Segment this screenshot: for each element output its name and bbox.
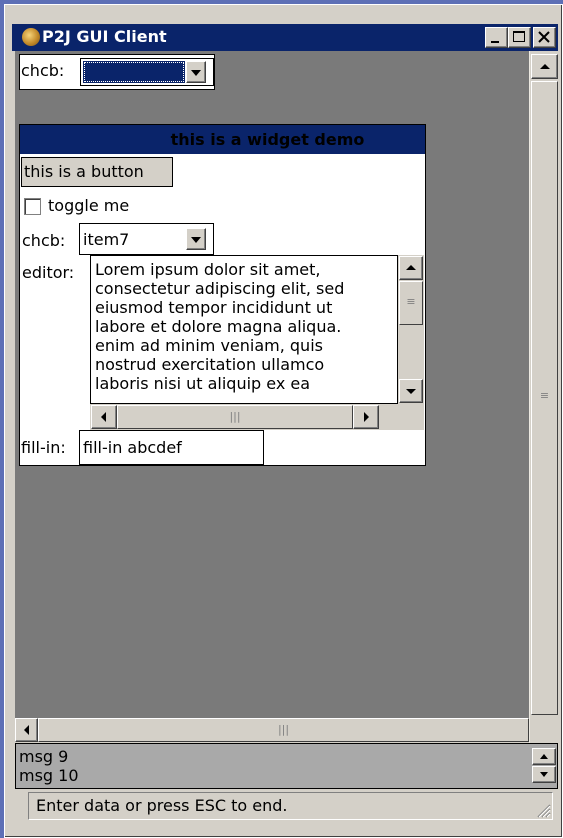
main-horizontal-scrollbar[interactable]: ||| [15,718,529,743]
editor-scroll-down-button[interactable] [399,379,423,403]
editor-scroll-left-button[interactable] [91,405,117,429]
editor-label: editor: [22,263,75,282]
editor-vertical-scrollbar[interactable]: ≡ [398,255,424,404]
arrow-left-icon [24,725,29,735]
arrow-down-icon [540,772,548,777]
window-title: P2J GUI Client [42,27,167,46]
main-scroll-up-button[interactable] [531,54,558,79]
maximize-icon [513,31,525,42]
main-scroll-left-button[interactable] [15,718,38,742]
message-scroll-down-button[interactable] [532,766,556,783]
arrow-right-icon [364,412,369,422]
grip-icon: ||| [229,410,241,423]
toggle-checkbox[interactable] [24,198,41,215]
chevron-down-icon [191,237,201,243]
status-bar: Enter data or press ESC to end. [28,792,553,820]
main-horizontal-thumb[interactable]: ||| [38,718,529,742]
message-line: msg 10 [19,766,79,785]
grip-icon: ≡ [539,389,550,402]
demo-combo-value: item7 [83,230,130,249]
message-area: msg 9 msg 10 [15,743,558,789]
arrow-up-icon [406,265,416,270]
editor-scroll-right-button[interactable] [353,405,379,429]
app-logo-icon[interactable] [22,28,40,46]
demo-button[interactable]: this is a button [21,157,173,187]
editor-horizontal-thumb[interactable]: ||| [117,405,353,429]
arrow-up-icon [540,754,548,759]
widget-demo-title: this is a widget demo [20,125,425,154]
chevron-down-icon [191,70,201,76]
demo-combo-dropdown-button[interactable] [186,228,206,250]
message-scroll-up-button[interactable] [532,748,556,765]
top-combo-value [83,61,185,83]
editor-scroll-up-button[interactable] [399,256,423,280]
minimize-icon [491,41,499,43]
status-text: Enter data or press ESC to end. [36,796,288,815]
grip-icon: ≡ [406,295,416,308]
editor-horizontal-scrollbar[interactable]: ||| [90,404,398,430]
close-button[interactable] [533,27,556,48]
arrow-up-icon [540,64,550,69]
toggle-label[interactable]: toggle me [48,196,129,216]
main-vertical-scrollbar[interactable]: ≡ [529,51,558,743]
minimize-button[interactable] [485,27,508,48]
editor-vertical-thumb[interactable]: ≡ [399,281,423,325]
resize-grip-icon[interactable] [533,800,551,818]
top-combo-label: chcb: [21,61,65,80]
fillin-label: fill-in: [21,438,66,457]
editor-scroll-corner [398,404,424,430]
close-icon [538,31,550,43]
maximize-button[interactable] [508,27,531,48]
message-line: msg 9 [19,747,69,766]
demo-combo-label: chcb: [22,231,66,250]
grip-icon: ||| [277,723,290,736]
editor-text[interactable]: Lorem ipsum dolor sit amet, consectetur … [95,260,393,403]
arrow-left-icon [101,412,106,422]
arrow-down-icon [406,389,416,394]
main-vertical-thumb[interactable]: ≡ [531,81,558,715]
fillin-input[interactable]: fill-in abcdef [79,430,264,465]
top-combo-dropdown-button[interactable] [186,61,206,83]
